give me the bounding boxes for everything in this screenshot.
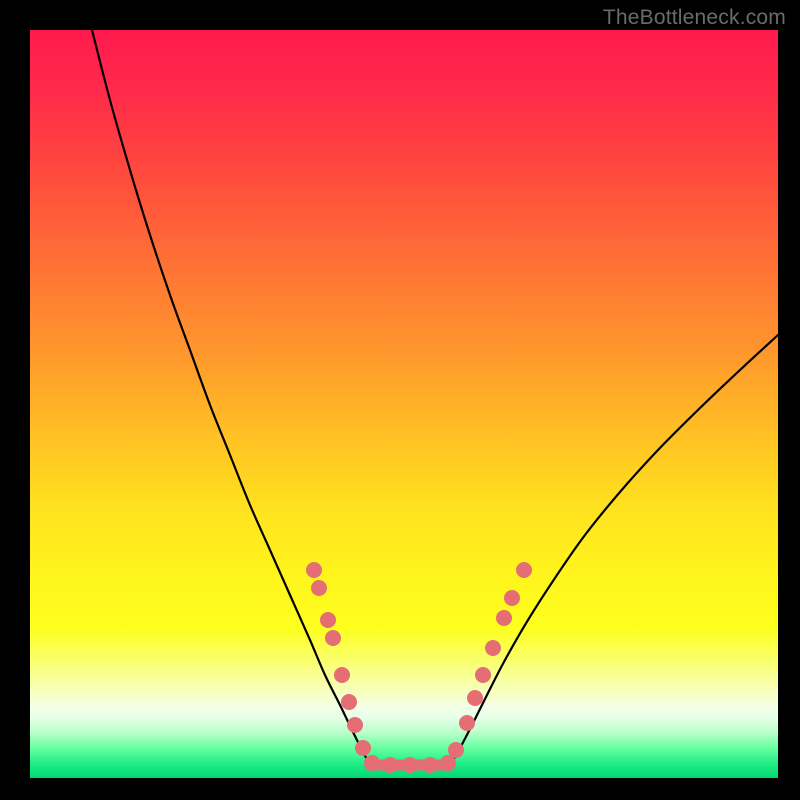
marker-dot	[504, 590, 520, 606]
marker-group	[306, 562, 532, 773]
marker-dot	[475, 667, 491, 683]
marker-dot	[347, 717, 363, 733]
chart-frame: TheBottleneck.com	[0, 0, 800, 800]
marker-dot	[467, 690, 483, 706]
series-group	[92, 30, 778, 765]
series-left-branch	[92, 30, 370, 765]
marker-dot	[496, 610, 512, 626]
marker-dot	[364, 755, 380, 771]
marker-dot	[459, 715, 475, 731]
watermark-text: TheBottleneck.com	[603, 6, 786, 30]
marker-dot	[382, 757, 398, 773]
plot-area	[30, 30, 778, 778]
marker-dot	[516, 562, 532, 578]
marker-dot	[448, 742, 464, 758]
marker-dot	[402, 757, 418, 773]
curve-layer	[30, 30, 778, 778]
marker-dot	[485, 640, 501, 656]
marker-dot	[306, 562, 322, 578]
marker-dot	[334, 667, 350, 683]
series-right-branch	[450, 335, 778, 765]
marker-dot	[311, 580, 327, 596]
marker-dot	[422, 757, 438, 773]
marker-dot	[341, 694, 357, 710]
marker-dot	[325, 630, 341, 646]
marker-dot	[320, 612, 336, 628]
marker-dot	[355, 740, 371, 756]
